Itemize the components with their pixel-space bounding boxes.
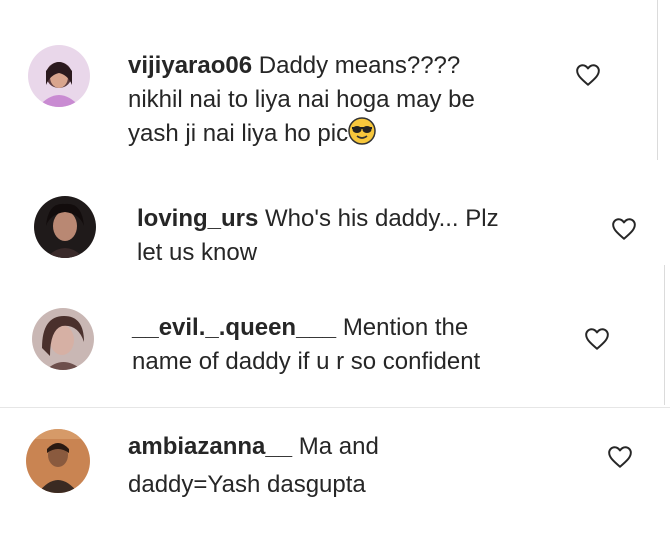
avatar[interactable] [32, 308, 94, 370]
comment-username[interactable]: loving_urs [137, 205, 258, 232]
comment-username[interactable]: vijiyarao06 [128, 52, 252, 79]
avatar[interactable] [26, 429, 90, 493]
heart-outline-icon[interactable] [607, 445, 633, 469]
sunglasses-emoji-icon [348, 117, 376, 145]
comment-line: yash ji nai liya ho pic [128, 120, 349, 147]
avatar[interactable] [28, 45, 90, 107]
comment-item: ambiazanna__ Ma and daddy=Yash dasgupta [0, 408, 670, 547]
comment-line: Who's his daddy... Plz [265, 205, 499, 232]
comment-text: loving_urs Who's his daddy... Plz [137, 202, 499, 236]
heart-outline-icon[interactable] [584, 327, 610, 351]
avatar[interactable] [34, 196, 96, 258]
comment-text-line: yash ji nai liya ho pic [128, 117, 376, 151]
comment-username[interactable]: __evil._.queen___ [132, 314, 336, 341]
comment-line: Mention the [342, 314, 469, 341]
comment-item: vijiyarao06 Daddy means???? nikhil nai t… [0, 0, 670, 170]
comment-line: Daddy means???? [258, 52, 461, 79]
comment-text: vijiyarao06 Daddy means???? [128, 49, 460, 83]
comment-text: __evil._.queen___ Mention the [132, 311, 468, 345]
heart-outline-icon[interactable] [611, 217, 637, 241]
comment-line: let us know [137, 239, 258, 266]
comment-item: __evil._.queen___ Mention the name of da… [0, 280, 670, 400]
comment-line: nikhil nai to liya nai hoga may be [128, 86, 475, 113]
comment-line: name of daddy if u r so confident [132, 348, 481, 375]
comment-line: daddy=Yash dasgupta [128, 471, 366, 498]
comment-username[interactable]: ambiazanna__ [128, 433, 292, 460]
comment-line: Ma and [298, 433, 379, 460]
comment-item: loving_urs Who's his daddy... Plz let us… [0, 170, 670, 280]
comment-text: ambiazanna__ Ma and [128, 430, 379, 464]
heart-outline-icon[interactable] [575, 63, 601, 87]
